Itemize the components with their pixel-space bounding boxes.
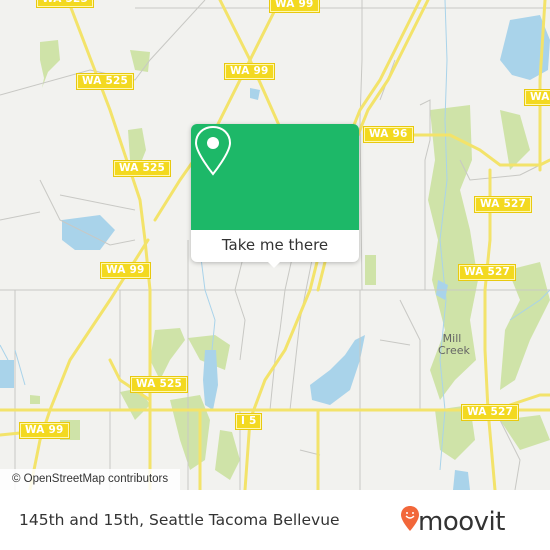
moovit-brand[interactable]: moovit: [418, 507, 505, 537]
route-shield: WA 527: [462, 405, 519, 420]
route-shield: WA 96: [364, 127, 413, 142]
route-shield: WA 99: [225, 64, 274, 79]
place-label-mill-creek: Mill Creek: [438, 332, 470, 357]
location-title: 145th and 15th, Seattle Tacoma Bellevue: [19, 511, 340, 529]
route-shield: WA 527: [475, 197, 532, 212]
route-shield: I 5: [236, 414, 262, 429]
route-shield: WA 99: [101, 263, 150, 278]
map-pin-icon: [194, 125, 232, 176]
route-shield: WA: [525, 90, 550, 105]
route-shield: WA 527: [459, 265, 516, 280]
map-attribution[interactable]: © OpenStreetMap contributors: [0, 469, 181, 490]
route-shield: WA 525: [77, 74, 134, 89]
route-shield: WA 525: [131, 377, 188, 392]
popup-header: [191, 124, 359, 230]
route-shield: WA 99: [20, 423, 69, 438]
footer: 145th and 15th, Seattle Tacoma Bellevue …: [0, 490, 550, 550]
take-me-there-button[interactable]: Take me there: [191, 230, 359, 262]
route-shield: WA 99: [270, 0, 319, 12]
location-popup: Take me there: [191, 124, 359, 268]
moovit-logo-icon: [401, 506, 419, 531]
popup-tail: [266, 260, 282, 268]
route-shield: WA 525: [37, 0, 94, 7]
map[interactable]: WA 99 WA 525 WA 99 WA 525 WA 525 WA 96 W…: [0, 0, 550, 490]
route-shield: WA 525: [114, 161, 171, 176]
